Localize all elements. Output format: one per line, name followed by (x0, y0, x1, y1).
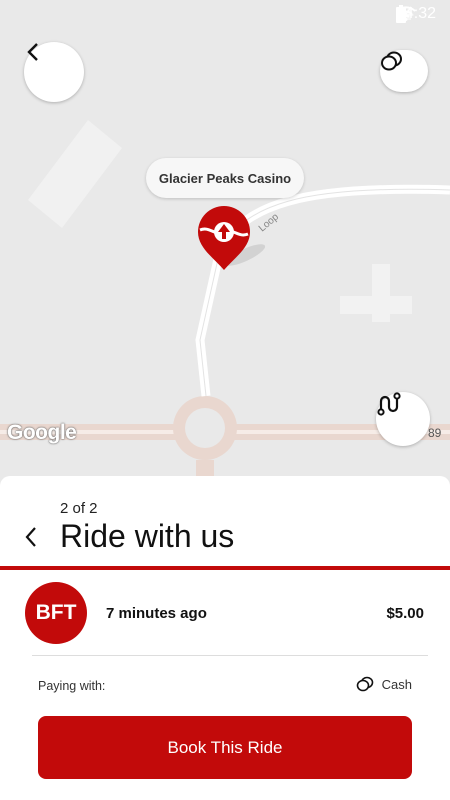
divider (32, 655, 428, 656)
provider-initials: BFT (35, 601, 77, 624)
route-icon (377, 392, 401, 416)
step-indicator: 2 of 2 (60, 500, 98, 517)
book-ride-button[interactable]: Book This Ride (38, 716, 412, 779)
payment-method-label: Cash (381, 676, 412, 692)
map-roundabout-center (185, 408, 225, 448)
accent-divider (0, 566, 450, 570)
map-view[interactable]: Loop 14:32 Glacier Peaks Casino Google 8… (0, 0, 450, 490)
status-bar: 14:32 (0, 0, 450, 30)
ride-time-ago: 7 minutes ago (106, 605, 207, 622)
google-logo: Google (7, 421, 77, 444)
payment-method[interactable]: Cash (356, 676, 412, 692)
destination-name: Glacier Peaks Casino (158, 170, 292, 186)
road-number-label: 89 (428, 426, 442, 440)
chevron-left-icon (25, 527, 36, 547)
chevron-left-icon (27, 43, 38, 61)
destination-label[interactable]: Glacier Peaks Casino (146, 158, 304, 198)
provider-avatar: BFT (25, 582, 87, 644)
battery-icon (395, 5, 406, 23)
payment-button[interactable] (380, 50, 428, 92)
route-button[interactable] (376, 392, 430, 446)
map-building (340, 264, 412, 322)
ride-price: $5.00 (386, 605, 424, 622)
back-button[interactable] (24, 42, 84, 102)
coins-icon (381, 51, 402, 71)
map-building (28, 120, 122, 228)
sheet-back-button[interactable] (18, 524, 44, 550)
paying-with-label: Paying with: (38, 679, 106, 693)
ride-sheet: 2 of 2 Ride with us BFT 7 minutes ago $5… (0, 476, 450, 800)
coins-icon (356, 676, 373, 692)
sheet-title: Ride with us (60, 518, 235, 554)
